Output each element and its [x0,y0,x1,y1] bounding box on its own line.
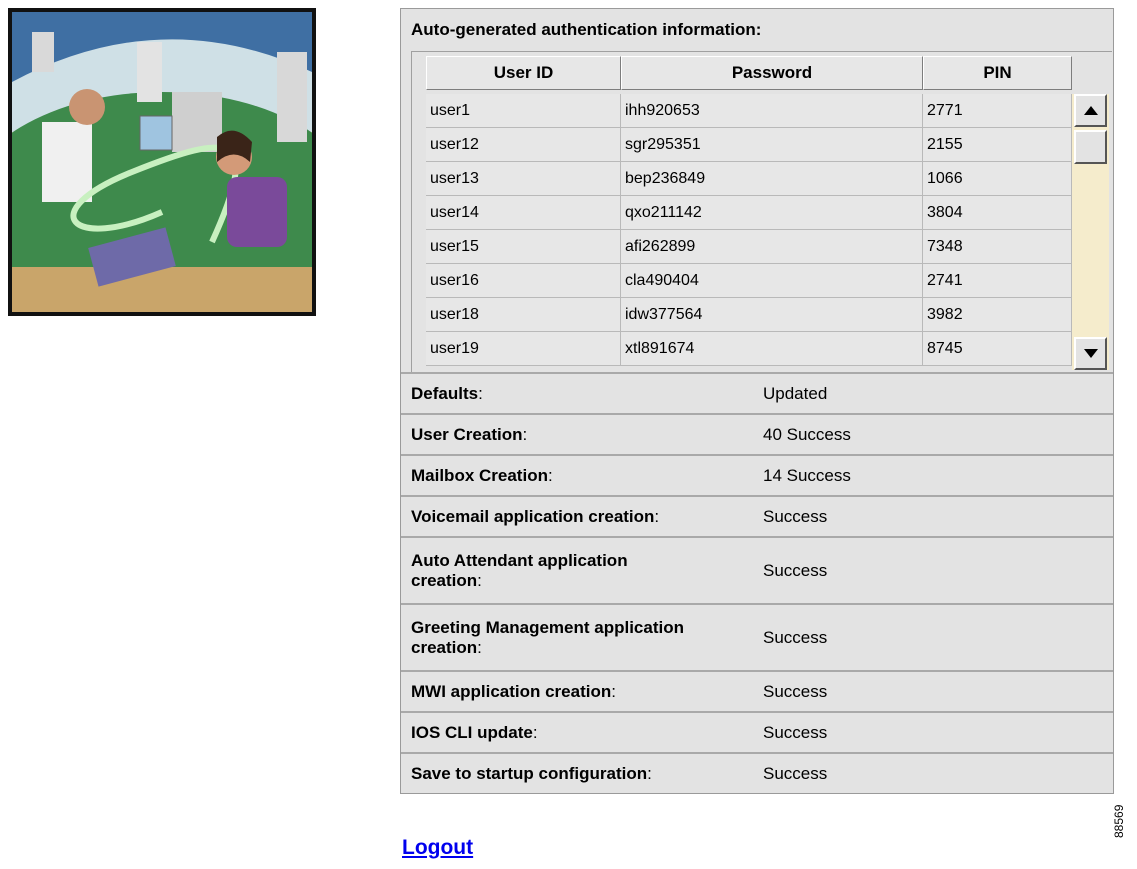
illustration-image [8,8,316,316]
pin-cell: 7348 [923,230,1072,264]
result-row-save-startup: Save to startup configuration: Success [401,752,1113,793]
pin-cell: 1066 [923,162,1072,196]
result-label: Save to startup configuration [411,763,648,783]
result-label: User Creation [411,424,523,444]
scroll-up-button[interactable] [1074,94,1107,127]
scroll-down-button[interactable] [1074,337,1107,370]
result-row-user-creation: User Creation: 40 Success [401,413,1113,454]
column-header-pin[interactable]: PIN [923,56,1072,90]
result-value: 40 Success [763,424,851,444]
table-row[interactable]: user16 cla490404 2741 [426,264,1072,298]
user-id-cell: user15 [426,230,621,264]
password-cell: afi262899 [621,230,923,264]
auth-info-title: Auto-generated authentication informatio… [411,20,762,39]
result-label: Auto Attendant application creation [411,550,628,590]
password-cell: sgr295351 [621,128,923,162]
table-row[interactable]: user19 xtl891674 8745 [426,332,1072,366]
password-cell: ihh920653 [621,94,923,128]
result-value: Updated [763,383,828,403]
result-label: Greeting Management application creation [411,617,684,657]
table-row[interactable]: user14 qxo211142 3804 [426,196,1072,230]
user-id-cell: user12 [426,128,621,162]
password-cell: idw377564 [621,298,923,332]
result-value: Success [763,506,828,526]
vertical-scrollbar[interactable] [1072,94,1109,370]
arrow-up-icon [1083,106,1098,115]
result-row-voicemail: Voicemail application creation: Success [401,495,1113,536]
user-id-cell: user14 [426,196,621,230]
user-id-cell: user19 [426,332,621,366]
logout-link[interactable]: Logout [402,836,473,860]
result-label: MWI application creation [411,681,612,701]
result-value: Success [763,681,828,701]
column-header-user-id[interactable]: User ID [426,56,621,90]
result-label: Voicemail application creation [411,506,655,526]
result-row-mailbox-creation: Mailbox Creation: 14 Success [401,454,1113,495]
auth-grid-header: User ID Password PIN [426,56,1072,90]
scrollbar-thumb[interactable] [1074,130,1107,164]
pin-cell: 8745 [923,332,1072,366]
result-label: Mailbox Creation [411,465,548,485]
arrow-down-icon [1083,349,1098,358]
user-id-cell: user16 [426,264,621,298]
table-row[interactable]: user18 idw377564 3982 [426,298,1072,332]
password-cell: cla490404 [621,264,923,298]
pin-cell: 2741 [923,264,1072,298]
user-id-cell: user18 [426,298,621,332]
pin-cell: 3804 [923,196,1072,230]
results-panel: Auto-generated authentication informatio… [400,8,1114,794]
table-row[interactable]: user13 bep236849 1066 [426,162,1072,196]
result-value: Success [763,627,828,647]
pin-cell: 2155 [923,128,1072,162]
result-row-auto-attendant: Auto Attendant application creation: Suc… [401,536,1113,603]
result-value: Success [763,722,828,742]
result-row-defaults: Defaults: Updated [401,372,1113,413]
table-row[interactable]: user12 sgr295351 2155 [426,128,1072,162]
user-id-cell: user1 [426,94,621,128]
result-row-greeting-management: Greeting Management application creation… [401,603,1113,670]
password-cell: xtl891674 [621,332,923,366]
result-label: Defaults [411,383,479,403]
result-row-ios-cli: IOS CLI update: Success [401,711,1113,752]
pin-cell: 3982 [923,298,1072,332]
figure-id: 88569 [1112,804,1126,838]
table-row[interactable]: user1 ihh920653 2771 [426,94,1072,128]
column-header-password[interactable]: Password [621,56,923,90]
auth-grid-body: user1 ihh920653 2771 user12 sgr295351 2155 u… [426,94,1072,370]
password-cell: bep236849 [621,162,923,196]
result-label: IOS CLI update [411,722,533,742]
result-value: Success [763,763,828,783]
result-value: Success [763,560,828,580]
pin-cell: 2771 [923,94,1072,128]
auth-grid: User ID Password PIN user1 ihh920653 2771 … [411,51,1112,372]
result-row-mwi: MWI application creation: Success [401,670,1113,711]
password-cell: qxo211142 [621,196,923,230]
result-value: 14 Success [763,465,851,485]
table-row[interactable]: user15 afi262899 7348 [426,230,1072,264]
user-id-cell: user13 [426,162,621,196]
